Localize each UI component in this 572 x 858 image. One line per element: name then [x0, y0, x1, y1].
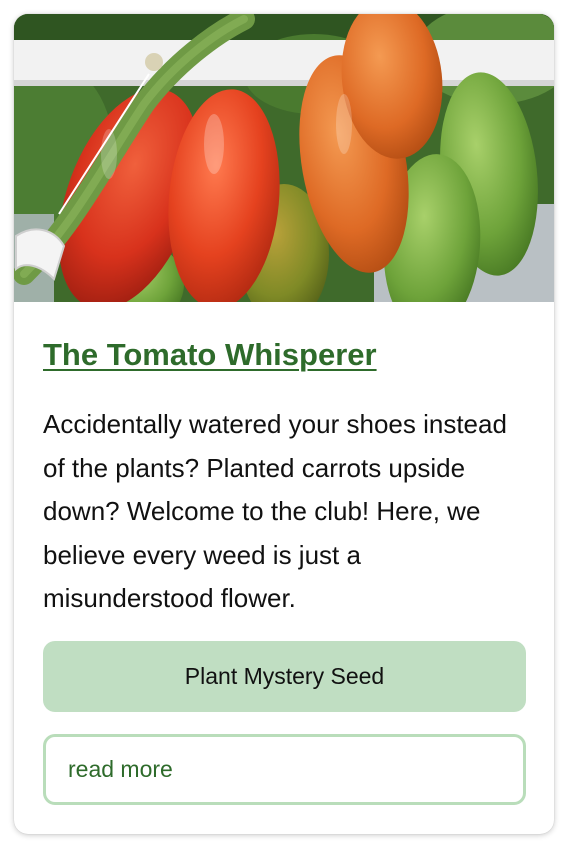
read-more-button[interactable]: read more	[43, 734, 526, 805]
card-description: Accidentally watered your shoes instead …	[43, 409, 507, 613]
plant-mystery-seed-button[interactable]: Plant Mystery Seed	[43, 641, 526, 712]
card-title-link[interactable]: The Tomato Whisperer	[43, 336, 377, 374]
card-hero-image	[14, 14, 554, 302]
article-card: The Tomato Whisperer Accidentally watere…	[14, 14, 554, 834]
